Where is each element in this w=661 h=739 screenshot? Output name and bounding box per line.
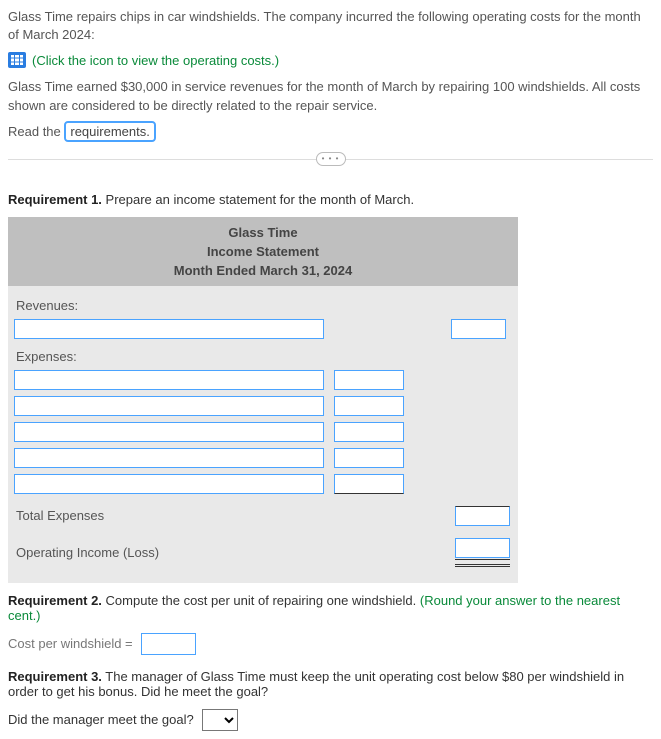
expense-row-4	[14, 448, 512, 468]
goal-question-row: Did the manager meet the goal?	[8, 709, 653, 731]
requirement-2-label: Requirement 2.	[8, 593, 102, 608]
revenue-line	[14, 319, 512, 343]
statement-period: Month Ended March 31, 2024	[8, 261, 518, 280]
revenues-label: Revenues:	[14, 292, 512, 319]
requirement-3-title: Requirement 3. The manager of Glass Time…	[8, 669, 653, 699]
cost-per-unit-row: Cost per windshield =	[8, 633, 653, 655]
expense-row-1	[14, 370, 512, 390]
statement-header: Glass Time Income Statement Month Ended …	[8, 217, 518, 286]
statement-company: Glass Time	[8, 223, 518, 242]
intro-paragraph-1: Glass Time repairs chips in car windshie…	[8, 8, 653, 44]
cost-per-windshield-input[interactable]	[141, 633, 196, 655]
expense-desc-1[interactable]	[14, 370, 324, 390]
ellipsis-icon[interactable]: • • •	[316, 152, 346, 166]
expenses-label: Expenses:	[14, 343, 512, 370]
goal-select[interactable]	[202, 709, 238, 731]
expense-amount-4[interactable]	[334, 448, 404, 468]
requirement-3-label: Requirement 3.	[8, 669, 102, 684]
total-expenses-label: Total Expenses	[16, 508, 104, 523]
view-operating-costs-link[interactable]: (Click the icon to view the operating co…	[32, 53, 279, 68]
expense-amount-3[interactable]	[334, 422, 404, 442]
expense-row-5	[14, 474, 512, 494]
expense-desc-4[interactable]	[14, 448, 324, 468]
operating-income-row: Operating Income (Loss)	[14, 532, 512, 573]
expense-desc-2[interactable]	[14, 396, 324, 416]
statement-title: Income Statement	[8, 242, 518, 261]
expense-amount-1[interactable]	[334, 370, 404, 390]
read-requirements-row: Read the requirements.	[8, 123, 653, 141]
income-statement: Glass Time Income Statement Month Ended …	[8, 217, 518, 583]
expense-row-3	[14, 422, 512, 442]
requirement-1-text: Prepare an income statement for the mont…	[102, 192, 414, 207]
revenue-amount-input[interactable]	[451, 319, 506, 339]
expense-row-2	[14, 396, 512, 416]
view-costs-row: (Click the icon to view the operating co…	[8, 52, 653, 68]
expense-desc-3[interactable]	[14, 422, 324, 442]
operating-income-label: Operating Income (Loss)	[16, 545, 159, 560]
expense-amount-2[interactable]	[334, 396, 404, 416]
requirement-1-label: Requirement 1.	[8, 192, 102, 207]
goal-question-label: Did the manager meet the goal?	[8, 712, 194, 727]
cost-per-windshield-label: Cost per windshield =	[8, 636, 133, 651]
read-the-text: Read the	[8, 124, 64, 139]
requirement-1-title: Requirement 1. Prepare an income stateme…	[8, 192, 653, 207]
expense-amount-5[interactable]	[334, 474, 404, 494]
requirement-2-title: Requirement 2. Compute the cost per unit…	[8, 593, 653, 623]
statement-body: Revenues: Expenses: Total Expenses	[8, 286, 518, 583]
expense-desc-5[interactable]	[14, 474, 324, 494]
requirements-link[interactable]: requirements.	[64, 121, 155, 142]
requirement-2-text: Compute the cost per unit of repairing o…	[102, 593, 420, 608]
operating-income-input[interactable]	[455, 538, 510, 558]
revenue-desc-input[interactable]	[14, 319, 324, 339]
total-expenses-row: Total Expenses	[14, 500, 512, 532]
total-expenses-input[interactable]	[455, 506, 510, 526]
double-underline	[455, 559, 510, 567]
table-icon[interactable]	[8, 52, 26, 68]
intro-paragraph-2: Glass Time earned $30,000 in service rev…	[8, 78, 653, 114]
